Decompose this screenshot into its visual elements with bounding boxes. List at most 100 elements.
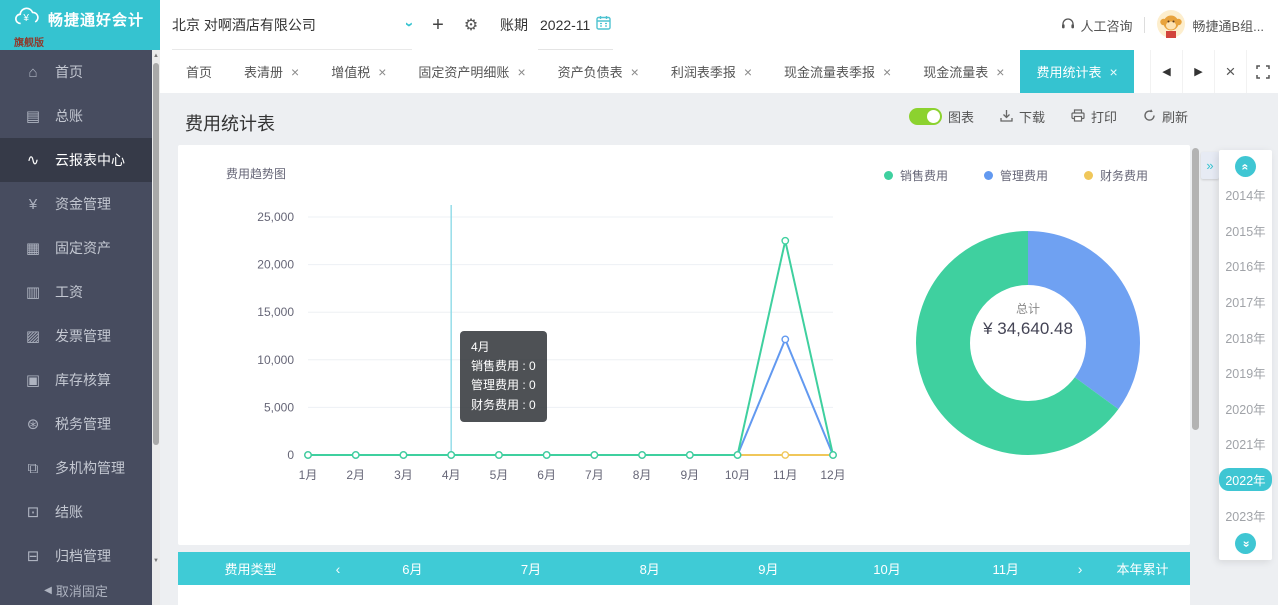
- sidebar-item-结账[interactable]: ⊡ 结账: [0, 490, 160, 534]
- sidebar-item-云报表中心[interactable]: ∿云报表中心: [0, 138, 160, 182]
- sidebar-item-label: 云报表中心: [55, 150, 125, 170]
- calendar-icon: [596, 15, 611, 35]
- tab-费用统计表[interactable]: 费用统计表×: [1020, 50, 1133, 93]
- funds-icon: ¥: [24, 196, 42, 213]
- period-selector[interactable]: 2022-11: [538, 0, 613, 50]
- legend-dot-icon: [984, 171, 993, 180]
- tab-现金流量表[interactable]: 现金流量表×: [907, 50, 1020, 93]
- tab-close-icon[interactable]: ×: [1109, 64, 1117, 80]
- edition-label: 旗舰版: [14, 34, 160, 49]
- refresh-button[interactable]: 刷新: [1143, 107, 1188, 126]
- sidebar-item-label: 结账: [55, 502, 83, 522]
- inventory-icon: ▣: [24, 371, 42, 389]
- scroll-up-icon[interactable]: ▲: [152, 53, 160, 59]
- collapse-year-panel-button[interactable]: »: [1201, 152, 1219, 179]
- year-item-2018年[interactable]: 2018年: [1219, 326, 1271, 349]
- column-header-11月: 11月: [946, 559, 1065, 578]
- legend-dot-icon: [884, 171, 893, 180]
- print-button[interactable]: 打印: [1071, 107, 1117, 126]
- tab-close-icon[interactable]: ×: [291, 64, 299, 80]
- tab-close-icon[interactable]: ×: [744, 64, 752, 80]
- closing-icon: ⊡: [24, 503, 42, 521]
- sidebar-item-资金管理[interactable]: ¥资金管理: [0, 182, 160, 226]
- prev-months-icon[interactable]: ‹: [323, 561, 353, 577]
- sidebar-item-归档管理[interactable]: ⊟归档管理: [0, 534, 160, 578]
- archive-icon: ⊟: [24, 547, 42, 565]
- refresh-label: 刷新: [1162, 107, 1188, 126]
- year-item-2015年[interactable]: 2015年: [1219, 219, 1271, 242]
- tabs-scroll-left-icon[interactable]: ◀: [1150, 50, 1182, 93]
- svg-text:4月: 4月: [442, 468, 461, 482]
- legend-item-销售费用[interactable]: 销售费用: [884, 167, 948, 184]
- tab-close-icon[interactable]: ×: [631, 64, 639, 80]
- tab-bar: 首页表清册×增值税×固定资产明细账×资产负债表×利润表季报×现金流量表季报×现金…: [160, 50, 1278, 93]
- column-header-year-total: 本年累计: [1095, 559, 1190, 578]
- svg-text:12月: 12月: [820, 468, 845, 482]
- company-selector[interactable]: 北京 对啊酒店有限公司 ›: [172, 0, 412, 50]
- year-scroll-down-button[interactable]: «: [1235, 533, 1256, 554]
- year-item-2021年[interactable]: 2021年: [1219, 432, 1271, 455]
- sidebar-scrollbar: ▲ ▼: [152, 50, 160, 605]
- sidebar-item-label: 工资: [55, 282, 83, 302]
- chart-toggle[interactable]: 图表: [909, 107, 974, 126]
- expense-table-header: 费用类型‹6月7月8月9月10月11月›本年累计: [178, 552, 1190, 585]
- tab-资产负债表[interactable]: 资产负债表×: [542, 50, 655, 93]
- tab-close-icon[interactable]: ×: [996, 64, 1004, 80]
- next-months-icon[interactable]: ›: [1065, 561, 1095, 577]
- svg-text:0: 0: [287, 448, 294, 462]
- scroll-down-icon[interactable]: ▼: [152, 558, 160, 564]
- year-item-2014年[interactable]: 2014年: [1219, 183, 1271, 206]
- sidebar-item-label: 库存核算: [55, 370, 111, 390]
- tab-close-icon[interactable]: ×: [517, 64, 525, 80]
- year-item-2016年[interactable]: 2016年: [1219, 254, 1271, 277]
- sidebar-item-首页[interactable]: ⌂首页: [0, 50, 160, 94]
- expense-trend-line-chart: 05,00010,00015,00020,00025,0001月2月3月4月5月…: [208, 187, 908, 507]
- legend-item-财务费用[interactable]: 财务费用: [1084, 167, 1148, 184]
- chart-card: 费用趋势图 销售费用管理费用财务费用 05,00010,00015,00020,…: [178, 145, 1190, 545]
- column-header-10月: 10月: [828, 559, 947, 578]
- tab-label: 利润表季报: [671, 62, 736, 81]
- add-company-button[interactable]: +: [425, 0, 451, 50]
- top-header: ¥ 畅捷通好会计 旗舰版 北京 对啊酒店有限公司 › + ⚙ 账期 2022-1…: [0, 0, 1278, 50]
- tab-表清册[interactable]: 表清册×: [228, 50, 315, 93]
- tab-现金流量表季报[interactable]: 现金流量表季报×: [768, 50, 907, 93]
- year-item-2020年[interactable]: 2020年: [1219, 397, 1271, 420]
- period-value: 2022-11: [540, 17, 590, 33]
- sidebar-item-发票管理[interactable]: ▨发票管理: [0, 314, 160, 358]
- column-header-7月: 7月: [472, 559, 591, 578]
- year-item-2022年[interactable]: 2022年: [1219, 468, 1271, 491]
- tab-固定资产明细账[interactable]: 固定资产明细账×: [402, 50, 541, 93]
- svg-text:7月: 7月: [585, 468, 604, 482]
- tab-增值税[interactable]: 增值税×: [315, 50, 402, 93]
- gear-icon[interactable]: ⚙: [458, 0, 484, 50]
- user-menu[interactable]: 畅捷通B组...: [1157, 10, 1264, 41]
- main-scroll-thumb[interactable]: [1192, 148, 1199, 430]
- fixed-assets-icon: ▦: [24, 239, 42, 257]
- tab-close-icon[interactable]: ×: [883, 64, 891, 80]
- column-header-9月: 9月: [709, 559, 828, 578]
- tab-利润表季报[interactable]: 利润表季报 ×: [655, 50, 768, 93]
- tab-首页[interactable]: 首页: [170, 50, 228, 93]
- sidebar-item-多机构管理[interactable]: ⧉多机构管理: [0, 446, 160, 490]
- sidebar-item-总账[interactable]: ▤总账: [0, 94, 160, 138]
- sidebar-scroll-thumb[interactable]: [153, 63, 159, 445]
- tabs-scroll-right-icon[interactable]: ▶: [1182, 50, 1214, 93]
- tab-close-icon[interactable]: ×: [378, 64, 386, 80]
- year-item-2019年[interactable]: 2019年: [1219, 361, 1271, 384]
- download-button[interactable]: 下载: [1000, 107, 1045, 126]
- year-item-2017年[interactable]: 2017年: [1219, 290, 1271, 313]
- sidebar-item-库存核算[interactable]: ▣ 库存核算: [0, 358, 160, 402]
- sidebar-item-税务管理[interactable]: ⊛税务管理: [0, 402, 160, 446]
- sidebar-unpin-button[interactable]: ◀ 取消固定: [0, 575, 152, 605]
- svg-text:¥: ¥: [22, 13, 29, 24]
- support-link[interactable]: 人工咨询: [1061, 16, 1132, 35]
- toggle-switch[interactable]: [909, 108, 942, 125]
- sidebar-item-工资[interactable]: ▥工资: [0, 270, 160, 314]
- close-all-tabs-icon[interactable]: ×: [1214, 50, 1246, 93]
- legend-item-管理费用[interactable]: 管理费用: [984, 167, 1048, 184]
- sidebar-item-固定资产[interactable]: ▦固定资产: [0, 226, 160, 270]
- print-icon: [1071, 109, 1085, 125]
- year-item-2023年[interactable]: 2023年: [1219, 504, 1271, 527]
- fullscreen-icon[interactable]: [1246, 50, 1278, 93]
- year-scroll-up-button[interactable]: «: [1235, 156, 1256, 177]
